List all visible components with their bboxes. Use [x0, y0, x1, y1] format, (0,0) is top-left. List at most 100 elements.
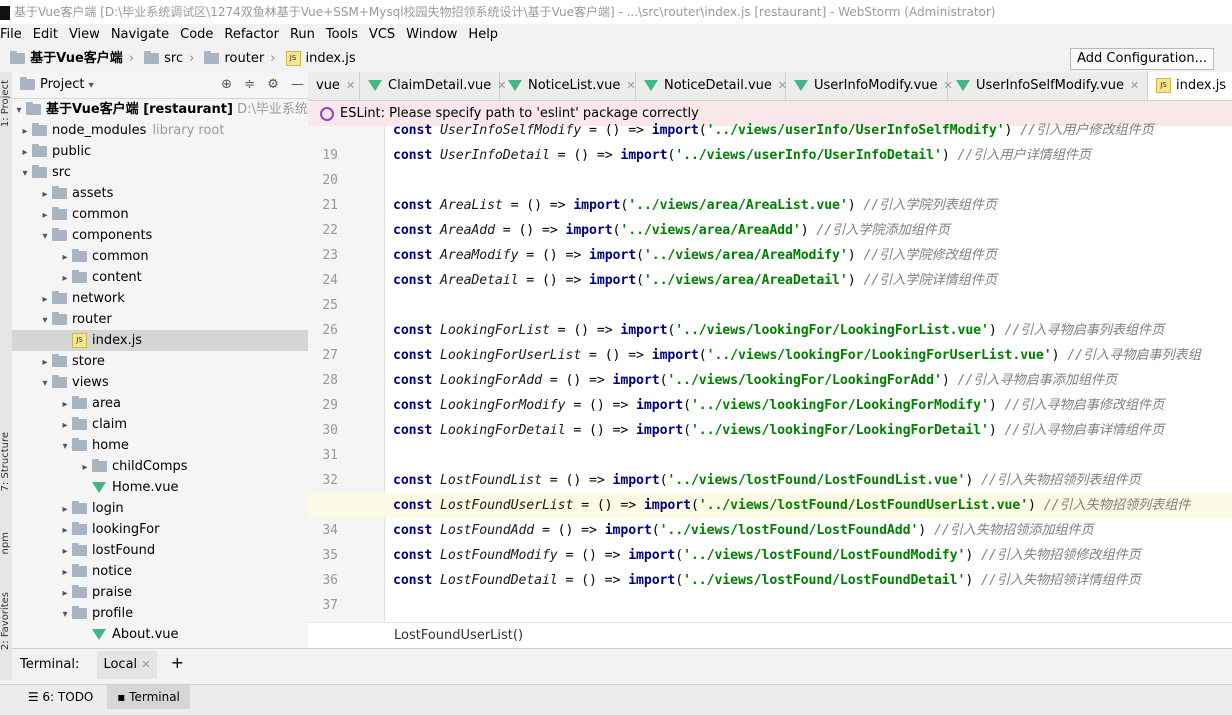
code-line[interactable]: const UserInfoDetail = () => import('../… — [393, 146, 1091, 165]
chevron-right-icon[interactable]: ▸ — [58, 268, 72, 289]
tree-item[interactable]: ▸ store — [12, 351, 308, 372]
tree-item[interactable]: ▸ lostFound — [12, 540, 308, 561]
chevron-right-icon[interactable]: ▸ — [18, 142, 32, 163]
editor-tab[interactable]: JSindex.js✕ — [1148, 72, 1232, 100]
code-line[interactable]: const LookingForModify = () => import('.… — [393, 396, 1164, 415]
project-view-selector[interactable]: Project — [40, 77, 84, 92]
editor-tab[interactable]: NoticeList.vue ✕ — [500, 72, 636, 100]
tree-item[interactable]: ▸ network — [12, 288, 308, 309]
chevron-down-icon[interactable]: ▾ — [38, 310, 52, 331]
close-icon[interactable]: ✕ — [346, 79, 355, 92]
tree-item[interactable]: ▾ components — [12, 225, 308, 246]
menu-item-view[interactable]: View — [69, 24, 100, 46]
close-icon[interactable]: ✕ — [141, 658, 150, 671]
chevron-right-icon[interactable]: ▸ — [78, 457, 92, 478]
chevron-down-icon[interactable]: ▾ — [89, 80, 94, 91]
menu-item-edit[interactable]: Edit — [33, 24, 58, 46]
chevron-right-icon[interactable]: ▸ — [58, 499, 72, 520]
editor-breadcrumb[interactable]: LostFoundUserList() — [308, 622, 1232, 648]
tree-item[interactable]: ▸ public — [12, 141, 308, 162]
chevron-right-icon[interactable]: ▸ — [58, 520, 72, 541]
favorites-tool-tab[interactable]: 2: Favorites — [0, 592, 11, 650]
chevron-right-icon[interactable]: ▸ — [58, 541, 72, 562]
code-line[interactable]: const LostFoundUserList = () => import('… — [393, 496, 1190, 515]
tree-item[interactable]: ▸ notice — [12, 561, 308, 582]
code-line[interactable]: const LookingForList = () => import('../… — [393, 321, 1164, 340]
close-icon[interactable]: ✕ — [626, 79, 635, 92]
chevron-down-icon[interactable]: ▾ — [12, 100, 26, 121]
chevron-down-icon[interactable]: ▾ — [18, 163, 32, 184]
tree-item[interactable]: ▾ router — [12, 309, 308, 330]
tree-item[interactable]: ▸ node_modules library root — [12, 120, 308, 141]
menu-item-run[interactable]: Run — [290, 24, 315, 46]
chevron-right-icon[interactable]: ▸ — [18, 121, 32, 142]
menu-item-file[interactable]: File — [0, 24, 22, 46]
editor-tab[interactable]: UserInfoSelfModify.vue ✕ — [948, 72, 1148, 100]
menu-item-navigate[interactable]: Navigate — [111, 24, 169, 46]
editor-tab[interactable]: NoticeDetail.vue ✕ — [636, 72, 787, 100]
code-line[interactable]: const LostFoundModify = () => import('..… — [393, 546, 1141, 565]
npm-tool-tab[interactable]: npm — [0, 532, 11, 554]
chevron-right-icon[interactable]: ▸ — [38, 205, 52, 226]
chevron-right-icon[interactable]: ▸ — [58, 583, 72, 604]
chevron-down-icon[interactable]: ▾ — [38, 226, 52, 247]
code-line[interactable]: const LookingForDetail = () => import('.… — [393, 421, 1164, 440]
structure-tool-tab[interactable]: 7: Structure — [0, 432, 11, 491]
hide-panel-icon[interactable]: — — [291, 77, 304, 92]
tree-item[interactable]: JS index.js — [12, 330, 308, 351]
code-line[interactable]: const LostFoundAdd = () => import('../vi… — [393, 521, 1094, 540]
nav-crumb-router[interactable]: router — [224, 46, 264, 72]
tree-item[interactable]: ▸ area — [12, 393, 308, 414]
tree-item[interactable]: ▾ profile — [12, 603, 308, 624]
code-line[interactable]: const AreaModify = () => import('../view… — [393, 246, 997, 265]
tree-item[interactable]: Home.vue — [12, 477, 308, 498]
chevron-right-icon[interactable]: ▸ — [58, 247, 72, 268]
editor-tab[interactable]: ClaimDetail.vue ✕ — [360, 72, 507, 100]
tree-item[interactable]: ▸ childComps — [12, 456, 308, 477]
chevron-right-icon[interactable]: ▸ — [38, 352, 52, 373]
code-line[interactable]: const LostFoundList = () => import('../v… — [393, 471, 1141, 490]
new-terminal-button[interactable]: + — [171, 653, 184, 672]
tree-item[interactable]: ▸ praise — [12, 582, 308, 603]
code-line[interactable]: const LookingForUserList = () => import(… — [393, 346, 1201, 365]
chevron-right-icon[interactable]: ▸ — [58, 415, 72, 436]
nav-crumb-project[interactable]: 基于Vue客户端 — [30, 46, 123, 72]
menu-item-window[interactable]: Window — [406, 24, 457, 46]
collapse-all-icon[interactable]: ≑ — [244, 77, 255, 92]
tree-item[interactable]: ▸ lookingFor — [12, 519, 308, 540]
menu-item-vcs[interactable]: VCS — [369, 24, 395, 46]
tree-item[interactable]: ▾ views — [12, 372, 308, 393]
tree-item[interactable]: ▾ home — [12, 435, 308, 456]
tree-item[interactable]: About.vue — [12, 624, 308, 645]
tree-item[interactable]: ▸ assets — [12, 183, 308, 204]
code-content[interactable]: const UserInfoSelfModify = () => import(… — [308, 123, 1232, 622]
gear-icon[interactable]: ⚙ — [267, 77, 279, 92]
tree-item[interactable]: ▸ claim — [12, 414, 308, 435]
tree-item[interactable]: ▸ common — [12, 204, 308, 225]
add-configuration-button[interactable]: Add Configuration... — [1070, 48, 1214, 70]
tree-item[interactable]: ▸ common — [12, 246, 308, 267]
code-line[interactable]: const AreaAdd = () => import('../views/a… — [393, 221, 950, 240]
todo-tool-tab[interactable]: ☰ 6: TODO — [18, 685, 104, 709]
chevron-right-icon[interactable]: ▸ — [58, 394, 72, 415]
editor-tab[interactable]: vue ✕ — [308, 72, 360, 100]
project-root-row[interactable]: ▾ 基于Vue客户端 [restaurant] D:\毕业系统调试区\1 — [12, 99, 308, 120]
code-line[interactable]: const LostFoundDetail = () => import('..… — [393, 571, 1141, 590]
menu-item-tools[interactable]: Tools — [326, 24, 358, 46]
menu-item-help[interactable]: Help — [468, 24, 498, 46]
locate-icon[interactable]: ⊕ — [221, 77, 232, 92]
chevron-right-icon[interactable]: ▸ — [38, 184, 52, 205]
tree-item[interactable]: ▾ src — [12, 162, 308, 183]
tree-item[interactable]: ▸ content — [12, 267, 308, 288]
code-line[interactable]: const UserInfoSelfModify = () => import(… — [393, 121, 1154, 140]
menu-item-code[interactable]: Code — [180, 24, 213, 46]
code-line[interactable]: const LookingForAdd = () => import('../v… — [393, 371, 1117, 390]
close-icon[interactable]: ✕ — [1130, 79, 1139, 92]
terminal-tab-local[interactable]: Local ✕ — [97, 651, 157, 679]
nav-crumb-file[interactable]: index.js — [306, 46, 356, 72]
code-line[interactable]: const AreaDetail = () => import('../view… — [393, 271, 997, 290]
project-tool-tab[interactable]: 1: Project — [0, 80, 11, 127]
terminal-tool-tab[interactable]: ▪ Terminal — [107, 685, 190, 709]
chevron-down-icon[interactable]: ▾ — [38, 373, 52, 394]
chevron-down-icon[interactable]: ▾ — [58, 604, 72, 625]
